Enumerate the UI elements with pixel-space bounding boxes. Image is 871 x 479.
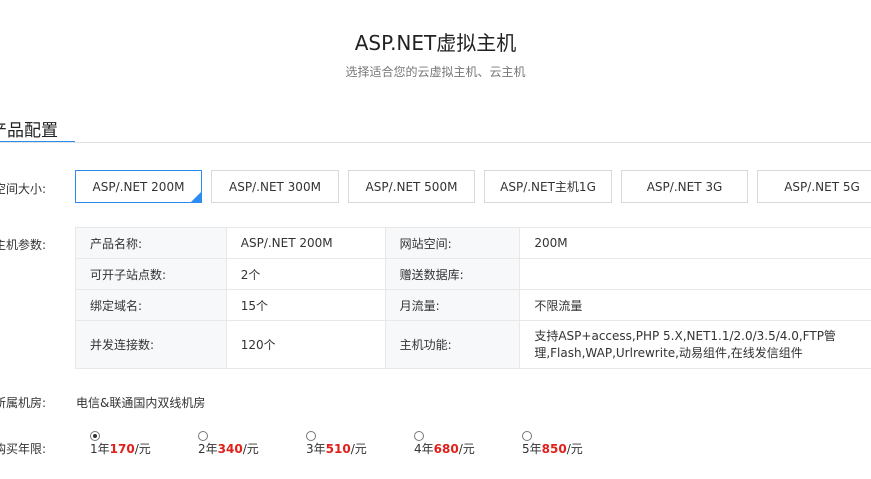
period-price: 680 — [433, 442, 459, 456]
space-option-label: ASP/.NET主机1G — [500, 180, 596, 194]
table-row: 并发连接数: 120个 主机功能: 支持ASP+access,PHP 5.X,N… — [75, 320, 871, 369]
section-divider — [0, 142, 871, 143]
space-option-label: ASP/.NET 200M — [92, 179, 185, 194]
host-features-line: 支持ASP+access,PHP 5.X,NET1.1/2.0/3.5/4.0,… — [534, 328, 836, 343]
table-row: 绑定域名: 15个 月流量: 不限流量 — [75, 289, 871, 321]
space-option-200m[interactable]: ASP/.NET 200M — [75, 170, 202, 203]
period-unit: /元 — [242, 442, 259, 456]
param-key: 绑定域名: — [75, 289, 227, 321]
space-option-label: ASP/.NET 300M — [229, 179, 321, 194]
host-features-line: 理,Flash,WAP,Urlrewrite,动易组件,在线发信组件 — [534, 345, 803, 360]
param-key: 产品名称: — [75, 227, 227, 259]
period-years: 5年 — [522, 442, 542, 456]
period-radio-group: 1年170/元 2年340/元 3年510/元 4年680/元 5年850/元 — [0, 431, 871, 461]
period-years: 4年 — [414, 442, 434, 456]
param-value: 15个 — [225, 289, 386, 321]
space-size-label: 空间大小: — [0, 182, 47, 196]
page-subtitle: 选择适合您的云虚拟主机、云主机 — [345, 65, 526, 79]
param-value: 2个 — [225, 258, 386, 290]
period-years: 1年 — [90, 442, 110, 456]
space-option-500m[interactable]: ASP/.NET 500M — [348, 170, 475, 203]
param-value: 不限流量 — [519, 289, 871, 321]
period-option-1y[interactable]: 1年170/元 — [90, 440, 151, 457]
param-value: 120个 — [225, 320, 386, 369]
param-key: 网站空间: — [384, 227, 521, 259]
param-key: 月流量: — [384, 289, 521, 321]
period-price: 340 — [217, 442, 243, 456]
period-option-3y[interactable]: 3年510/元 — [306, 440, 367, 457]
page-title: ASP.NET虚拟主机 — [354, 31, 517, 55]
period-option-5y[interactable]: 5年850/元 — [522, 440, 583, 457]
period-option-4y[interactable]: 4年680/元 — [414, 440, 475, 457]
param-value: 支持ASP+access,PHP 5.X,NET1.1/2.0/3.5/4.0,… — [519, 320, 871, 369]
period-unit: /元 — [134, 442, 151, 456]
space-option-label: ASP/.NET 500M — [365, 179, 458, 194]
period-option-2y[interactable]: 2年340/元 — [198, 440, 259, 457]
table-row: 可开子站点数: 2个 赠送数据库: — [75, 258, 871, 290]
space-option-label: ASP/.NET 5G — [784, 179, 860, 194]
param-key: 赠送数据库: — [384, 258, 521, 290]
period-price: 170 — [109, 442, 135, 456]
space-option-5g[interactable]: ASP/.NET 5G — [757, 170, 871, 203]
space-option-3g[interactable]: ASP/.NET 3G — [621, 170, 748, 203]
host-params-label: 主机参数: — [0, 238, 47, 252]
period-price: 510 — [325, 442, 351, 456]
datacenter-value: 电信&联通国内双线机房 — [76, 396, 206, 410]
period-price: 850 — [541, 442, 567, 456]
period-years: 2年 — [198, 442, 218, 456]
host-params-table: 产品名称: ASP/.NET 200M 网站空间: 200M 可开子站点数: 2… — [75, 227, 871, 369]
space-option-1g[interactable]: ASP/.NET主机1G — [484, 170, 612, 203]
period-unit: /元 — [350, 442, 367, 456]
period-unit: /元 — [566, 442, 583, 456]
param-key: 主机功能: — [384, 320, 521, 369]
period-years: 3年 — [306, 442, 326, 456]
datacenter-label: 所属机房: — [0, 396, 47, 410]
param-key: 并发连接数: — [75, 320, 227, 369]
param-key: 可开子站点数: — [75, 258, 227, 290]
table-row: 产品名称: ASP/.NET 200M 网站空间: 200M — [75, 227, 871, 259]
space-option-label: ASP/.NET 3G — [646, 179, 723, 194]
selected-corner-icon — [191, 192, 201, 202]
space-option-300m[interactable]: ASP/.NET 300M — [211, 170, 339, 203]
param-value — [519, 258, 871, 290]
param-value: ASP/.NET 200M — [225, 227, 386, 259]
param-value: 200M — [519, 227, 871, 259]
period-unit: /元 — [458, 442, 475, 456]
